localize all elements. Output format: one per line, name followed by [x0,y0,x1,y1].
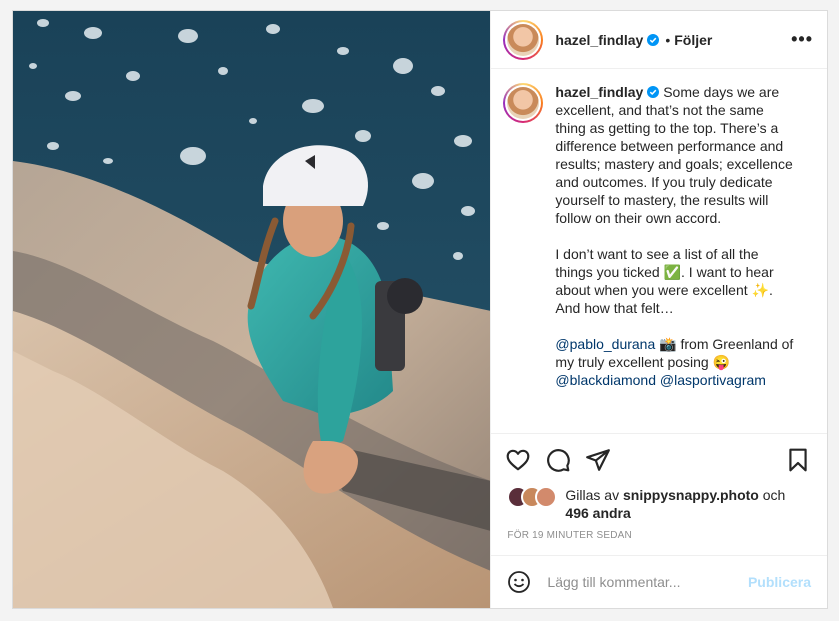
post-sidebar: hazel_findlay • Följer ••• hazel_findlay… [490,11,827,608]
climber-photo [13,11,491,608]
verified-badge-icon [647,86,660,98]
comment-box: Publicera [491,556,827,608]
likes-others-link[interactable]: 496 andra [565,505,630,521]
header-username[interactable]: hazel_findlay [555,32,643,48]
post-timestamp[interactable]: FÖR 19 MINUTER SEDAN [491,522,827,556]
bookmark-icon[interactable] [785,447,811,473]
mention-pablo-durana[interactable]: @pablo_durana [555,336,655,352]
separator-dot: • [665,31,671,48]
post-photo[interactable] [13,11,491,608]
story-ring-avatar[interactable] [503,19,544,60]
post-header: hazel_findlay • Följer ••• [491,11,827,69]
avatar [507,23,540,56]
likes-prefix: Gillas av [565,487,623,503]
verified-badge-icon [647,33,660,46]
mention-lasportivagram[interactable]: @lasportivagram [660,372,766,388]
caption-text: hazel_findlay Some days we are excellent… [555,83,795,433]
likes-user-link[interactable]: snippysnappy.photo [623,487,759,503]
likes-summary: Gillas av snippysnappy.photo och 496 and… [491,486,827,522]
avatar [507,87,540,119]
avatar [535,486,558,508]
likes-text: Gillas av snippysnappy.photo och 496 and… [565,486,785,522]
liker-avatars[interactable] [507,486,558,522]
post-card: hazel_findlay • Följer ••• hazel_findlay… [12,10,828,609]
paper-plane-icon[interactable] [585,447,611,473]
comment-icon[interactable] [545,447,571,473]
comment-input[interactable] [545,573,748,591]
smiley-icon[interactable] [507,570,531,594]
caption-avatar[interactable] [503,83,544,123]
caption-paragraph-2: I don’t want to see a list of all the th… [555,246,778,316]
mention-blackdiamond[interactable]: @blackdiamond [555,372,656,388]
caption-paragraph-1: Some days we are excellent, and that’s n… [555,84,797,226]
publish-button[interactable]: Publicera [748,574,811,590]
action-bar [491,434,827,486]
caption-area: hazel_findlay Some days we are excellent… [491,69,827,434]
likes-and: och [758,487,786,503]
more-options-icon[interactable]: ••• [791,29,813,50]
following-button[interactable]: Följer [674,32,712,48]
caption-username[interactable]: hazel_findlay [555,84,643,100]
heart-icon[interactable] [505,447,531,473]
